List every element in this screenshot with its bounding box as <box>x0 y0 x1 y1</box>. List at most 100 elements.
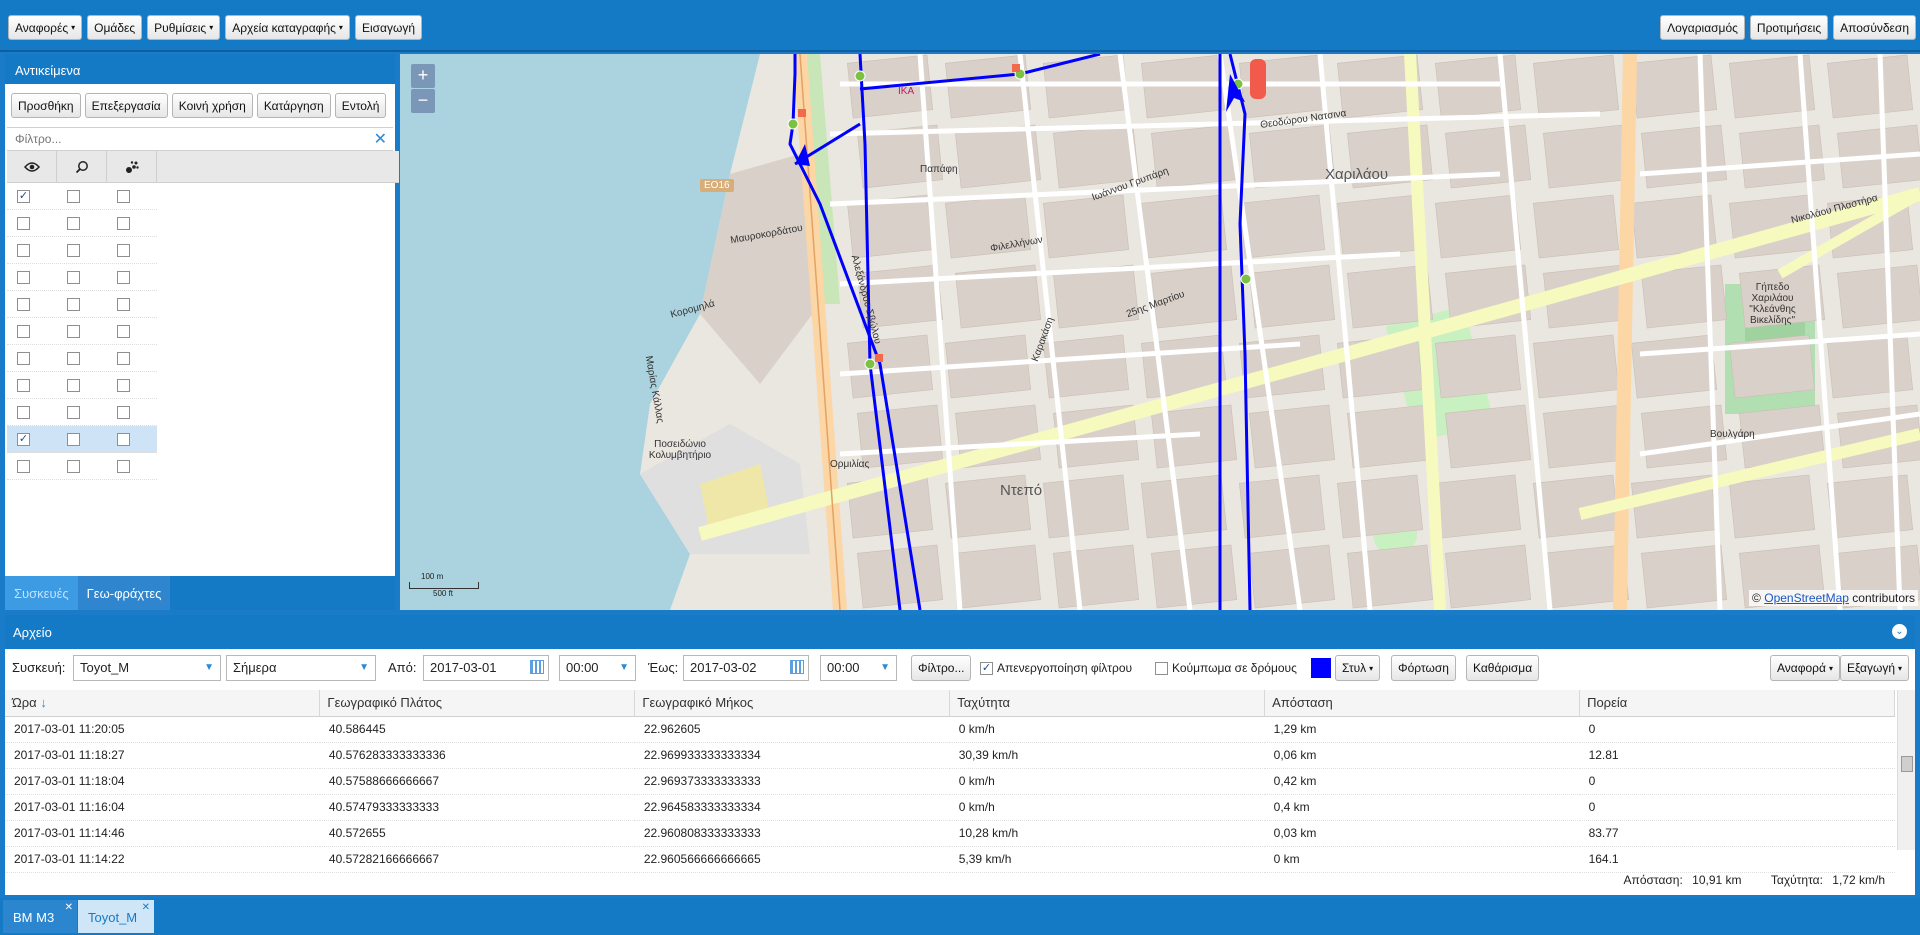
object-row[interactable] <box>7 210 157 237</box>
visibility-checkbox[interactable] <box>17 459 30 473</box>
calendar-icon[interactable] <box>530 660 544 674</box>
track-checkbox[interactable] <box>117 324 130 338</box>
filter-input[interactable] <box>7 128 393 150</box>
track-checkbox[interactable] <box>117 297 130 311</box>
snap-to-roads-checkbox[interactable]: Κούμπωμα σε δρόμους <box>1155 655 1297 681</box>
preferences-button[interactable]: Προτιμήσεις <box>1749 15 1829 40</box>
to-time-select[interactable]: 00:00 ▼ <box>820 655 897 681</box>
object-row[interactable] <box>7 318 157 345</box>
track-checkbox[interactable] <box>117 432 130 446</box>
object-row[interactable]: ✓ <box>7 183 157 210</box>
tab-devices[interactable]: Συσκευές <box>5 576 78 610</box>
follow-checkbox[interactable] <box>67 432 80 446</box>
device-select[interactable]: Toyot_M ▼ <box>73 655 221 681</box>
follow-checkbox[interactable] <box>67 459 80 473</box>
track-checkbox[interactable] <box>117 270 130 284</box>
tab-bm-m3[interactable]: BM M3 ✕ <box>3 900 77 933</box>
logs-menu-button[interactable]: Αρχεία καταγραφής ▾ <box>225 15 350 40</box>
add-button[interactable]: Προσθήκη <box>11 93 81 118</box>
visibility-checkbox[interactable] <box>17 351 30 365</box>
paw-icon[interactable] <box>107 151 157 182</box>
table-row[interactable]: 2017-03-01 11:20:05 40.586445 22.962605 0 k… <box>5 716 1895 743</box>
logout-button[interactable]: Αποσύνδεση <box>1833 15 1916 40</box>
load-button[interactable]: Φόρτωση <box>1391 655 1456 681</box>
column-speed[interactable]: Ταχύτητα <box>949 690 1266 717</box>
collapse-icon[interactable]: ⌄ <box>1892 624 1907 639</box>
scrollbar-thumb[interactable] <box>1901 756 1913 772</box>
tab-toyot-m[interactable]: Toyot_M ✕ <box>78 900 154 933</box>
column-course[interactable]: Πορεία <box>1579 690 1895 717</box>
object-row[interactable]: ✓ <box>7 426 157 453</box>
osm-link[interactable]: OpenStreetMap <box>1764 591 1849 605</box>
object-row[interactable] <box>7 237 157 264</box>
visibility-checkbox[interactable] <box>17 324 30 338</box>
follow-checkbox[interactable] <box>67 351 80 365</box>
checkbox[interactable]: ✓ <box>980 661 993 675</box>
map-view[interactable]: Χαριλάου Ντεπό 25ης Μαρτίου Ποσειδώνιο Κ… <box>400 54 1920 610</box>
follow-checkbox[interactable] <box>67 378 80 392</box>
visibility-checkbox[interactable] <box>17 405 30 419</box>
clear-button[interactable]: Καθάρισμα <box>1466 655 1540 681</box>
follow-checkbox[interactable] <box>67 270 80 284</box>
from-time-select[interactable]: 00:00 ▼ <box>559 655 636 681</box>
zoom-out-button[interactable]: − <box>411 89 435 113</box>
command-button[interactable]: Εντολή <box>334 93 387 118</box>
visibility-checkbox[interactable] <box>17 270 30 284</box>
track-checkbox[interactable] <box>117 378 130 392</box>
track-checkbox[interactable] <box>117 189 130 203</box>
object-row[interactable] <box>7 372 157 399</box>
account-button[interactable]: Λογαριασμός <box>1660 15 1745 40</box>
object-row[interactable] <box>7 453 157 480</box>
period-select[interactable]: Σήμερα ▼ <box>226 655 376 681</box>
close-icon[interactable]: ✕ <box>65 902 73 913</box>
export-menu-button[interactable]: Εξαγωγή ▾ <box>1840 655 1910 681</box>
visibility-checkbox[interactable] <box>17 297 30 311</box>
follow-checkbox[interactable] <box>67 243 80 257</box>
visibility-checkbox[interactable] <box>17 378 30 392</box>
track-checkbox[interactable] <box>117 243 130 257</box>
follow-checkbox[interactable] <box>67 189 80 203</box>
from-date-field[interactable]: 2017-03-01 <box>423 655 549 681</box>
visibility-checkbox[interactable] <box>17 243 30 257</box>
object-row[interactable] <box>7 291 157 318</box>
follow-checkbox[interactable] <box>67 405 80 419</box>
track-checkbox[interactable] <box>117 216 130 230</box>
reports-menu-button[interactable]: Αναφορές ▾ <box>8 15 83 40</box>
table-row[interactable]: 2017-03-01 11:18:27 40.576283333333336 22.… <box>5 742 1895 769</box>
column-longitude[interactable]: Γεωγραφικό Μήκος <box>634 690 951 717</box>
clear-filter-icon[interactable]: ✕ <box>374 129 387 149</box>
edit-button[interactable]: Επεξεργασία <box>84 93 168 118</box>
share-button[interactable]: Κοινή χρήση <box>171 93 253 118</box>
style-menu-button[interactable]: Στυλ ▾ <box>1335 655 1381 681</box>
settings-menu-button[interactable]: Ρυθμίσεις ▾ <box>147 15 221 40</box>
object-row[interactable] <box>7 345 157 372</box>
visibility-checkbox[interactable] <box>17 216 30 230</box>
object-row[interactable] <box>7 264 157 291</box>
zoom-in-button[interactable]: + <box>411 64 435 88</box>
follow-checkbox[interactable] <box>67 216 80 230</box>
groups-button[interactable]: Ομάδες <box>87 15 143 40</box>
search-icon[interactable] <box>57 151 107 182</box>
calendar-icon[interactable] <box>790 660 804 674</box>
table-row[interactable]: 2017-03-01 11:14:46 40.572655 22.960808333… <box>5 820 1895 847</box>
remove-button[interactable]: Κατάργηση <box>256 93 331 118</box>
follow-checkbox[interactable] <box>67 297 80 311</box>
follow-checkbox[interactable] <box>67 324 80 338</box>
to-date-field[interactable]: 2017-03-02 <box>683 655 809 681</box>
table-row[interactable]: 2017-03-01 11:18:04 40.57588666666667 22.9… <box>5 768 1895 795</box>
import-button[interactable]: Εισαγωγή <box>354 15 422 40</box>
object-row[interactable] <box>7 399 157 426</box>
visibility-checkbox[interactable]: ✓ <box>17 432 30 446</box>
filter-button[interactable]: Φίλτρο... <box>911 655 972 681</box>
track-checkbox[interactable] <box>117 405 130 419</box>
track-checkbox[interactable] <box>117 351 130 365</box>
close-icon[interactable]: ✕ <box>142 902 150 913</box>
eye-icon[interactable] <box>7 151 57 182</box>
route-color-swatch[interactable] <box>1311 658 1331 678</box>
checkbox[interactable] <box>1155 661 1168 675</box>
tab-geofences[interactable]: Γεω-φράχτες <box>77 576 171 610</box>
report-menu-button[interactable]: Αναφορά ▾ <box>1770 655 1840 681</box>
column-latitude[interactable]: Γεωγραφικό Πλάτος <box>319 690 636 717</box>
table-scrollbar[interactable] <box>1897 690 1915 850</box>
track-checkbox[interactable] <box>117 459 130 473</box>
